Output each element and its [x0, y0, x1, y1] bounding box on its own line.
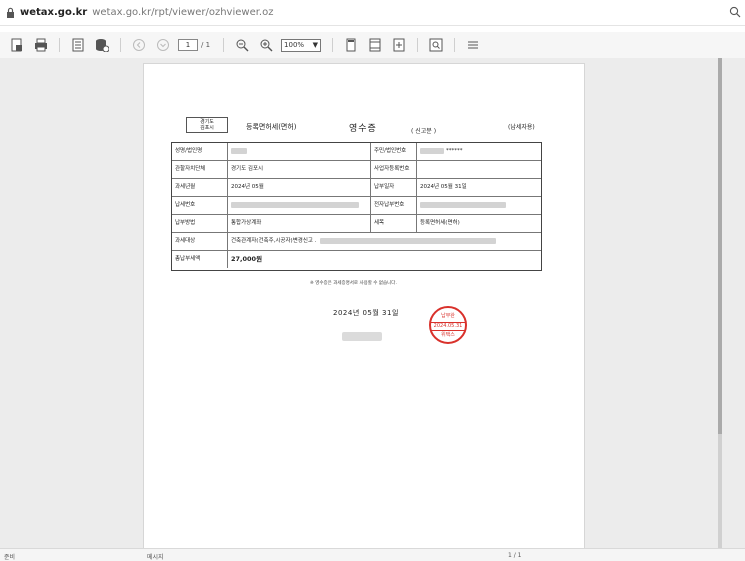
redacted-name — [231, 147, 247, 154]
row-label-2: 세목 — [370, 215, 417, 232]
row-value — [228, 197, 370, 214]
status-ready: 준비 — [4, 554, 16, 561]
toolbar-divider — [332, 38, 334, 52]
table-row: 납세번호 전자납부번호 — [172, 197, 541, 215]
status-message: 메시지 — [147, 554, 164, 561]
redacted-tax-number — [231, 201, 359, 208]
table-row: 납부방법 통합가상계좌 세목 등록면허세(면허) — [172, 215, 541, 233]
print-icon[interactable] — [32, 36, 50, 54]
redacted-payment-number — [420, 201, 506, 208]
redacted-address — [320, 237, 497, 244]
address-bar[interactable]: wetax.go.kr wetax.go.kr/rpt/viewer/ozhvi… — [0, 0, 745, 26]
toolbar-divider — [417, 38, 419, 52]
row-value: 경기도 김포시 — [231, 166, 264, 172]
seal-bottom: 위택스 — [441, 332, 455, 338]
row-label-2: 전자납부번호 — [370, 197, 417, 214]
row-value: 건축관계자(건축주,시공자)변경신고 . — [228, 233, 541, 250]
page-zoom-icon[interactable] — [729, 6, 741, 18]
row-value-2: 등록면허세(면허) — [420, 220, 460, 226]
row-label-2: 사업자등록번호 — [370, 161, 417, 178]
scrollbar-thumb[interactable] — [718, 58, 722, 434]
fit-page-icon[interactable] — [390, 36, 408, 54]
menu-icon[interactable] — [464, 36, 482, 54]
payment-seal: 납부완 2024.05.31 위택스 — [429, 306, 467, 344]
toolbar-divider — [223, 38, 225, 52]
row-label: 성명/법인명 — [172, 143, 228, 160]
toolbar-divider — [120, 38, 121, 52]
row-value: 2024년 05월 — [231, 184, 264, 190]
find-icon[interactable] — [427, 36, 445, 54]
save-db-icon[interactable] — [93, 36, 111, 54]
lock-icon — [7, 7, 14, 18]
masked-id: ****** — [446, 148, 463, 154]
zoom-select[interactable]: 100% ▼ — [281, 38, 322, 52]
row-value-2 — [417, 197, 541, 214]
row-label: 관할자치단체 — [172, 161, 228, 178]
issuer-box: 경기도 김포시 — [186, 117, 228, 133]
status-bar: 준비 메시지 1 / 1 — [0, 548, 745, 561]
viewer-toolbar: 1 / 1 100% ▼ — [0, 32, 745, 58]
receipt-note: ※ 영수증은 과세증명서로 사용할 수 없습니다. — [310, 281, 397, 286]
total-amount: 27,000원 — [231, 255, 263, 263]
row-value-2: 2024년 05월 31일 — [420, 184, 467, 190]
seal-top: 납부완 — [441, 313, 455, 319]
table-row: 관할자치단체 경기도 김포시 사업자등록번호 — [172, 161, 541, 179]
row-label: 총납부세액 — [172, 251, 228, 268]
url-path: wetax.go.kr/rpt/viewer/ozhviewer.oz — [92, 7, 274, 18]
table-row: 총납부세액 27,000원 — [172, 251, 541, 269]
chevron-down-icon: ▼ — [312, 41, 319, 49]
zoom-out-icon[interactable] — [233, 36, 251, 54]
issue-date: 2024년 05월 31일 — [333, 309, 399, 317]
row-value-2 — [417, 161, 541, 178]
row-label-2: 납부일자 — [370, 179, 417, 196]
row-value — [228, 143, 370, 160]
table-row: 과세년월 2024년 05월 납부일자 2024년 05월 31일 — [172, 179, 541, 197]
redacted-signature — [342, 332, 382, 341]
prev-page-icon[interactable] — [130, 36, 148, 54]
next-page-icon[interactable] — [154, 36, 172, 54]
redacted-id — [420, 147, 444, 154]
status-page: 1 / 1 — [508, 552, 522, 559]
page-number-input[interactable]: 1 — [178, 39, 198, 51]
row-label-2: 주민/법인번호 — [370, 143, 417, 160]
single-page-icon[interactable] — [342, 36, 360, 54]
receipt-table: 성명/법인명 주민/법인번호 ****** 관할자치단체 경기도 김포시 사업자… — [171, 142, 542, 271]
zoom-value: 100% — [284, 41, 305, 49]
issuer-city: 김포시 — [200, 125, 214, 131]
tax-name: 등록면허세(면허) — [246, 123, 297, 131]
table-row: 과세대상 건축관계자(건축주,시공자)변경신고 . — [172, 233, 541, 251]
zoom-in-icon[interactable] — [257, 36, 275, 54]
save-icon[interactable] — [69, 36, 87, 54]
row-value-2: ****** — [417, 143, 541, 160]
toolbar-divider — [454, 38, 456, 52]
export-icon[interactable] — [8, 36, 26, 54]
row-label: 납세번호 — [172, 197, 228, 214]
url-host: wetax.go.kr — [20, 7, 88, 18]
row-value: 통합가상계좌 — [231, 220, 262, 226]
copy-type: (납세자용) — [508, 124, 535, 131]
toolbar-divider — [59, 38, 60, 52]
receipt-subtitle: ( 신고분 ) — [411, 128, 437, 135]
tax-target-text: 건축관계자(건축주,시공자)변경신고 . — [231, 238, 317, 244]
two-page-icon[interactable] — [366, 36, 384, 54]
page-total: / 1 — [201, 41, 211, 49]
seal-date: 2024.05.31 — [431, 322, 465, 331]
row-label: 과세년월 — [172, 179, 228, 196]
table-row: 성명/법인명 주민/법인번호 ****** — [172, 143, 541, 161]
row-label: 납부방법 — [172, 215, 228, 232]
receipt-title: 영수증 — [349, 124, 377, 134]
row-label: 과세대상 — [172, 233, 228, 250]
